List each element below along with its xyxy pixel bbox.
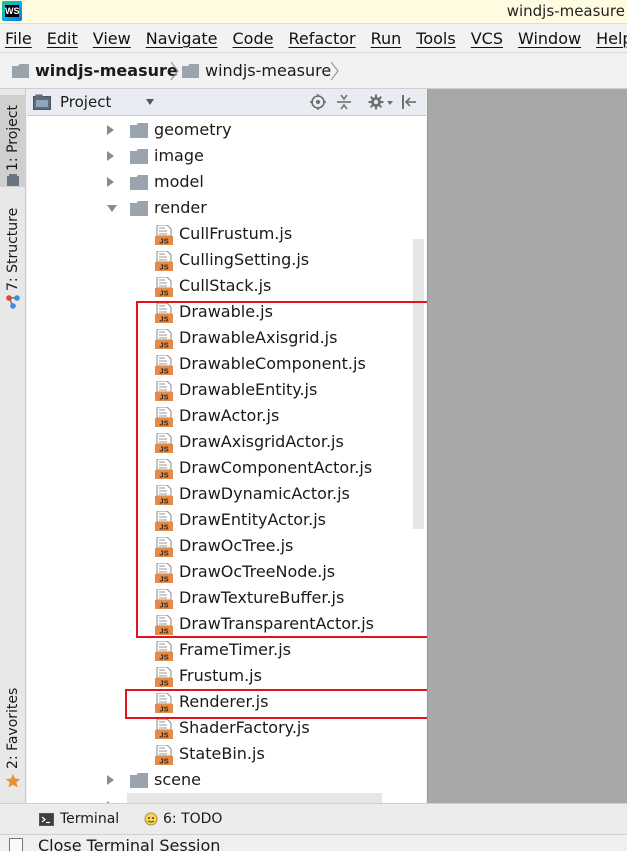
tool-tab-project[interactable]: 1: Project — [0, 95, 26, 187]
tree-file-row[interactable]: JS FrameTimer.js — [27, 637, 426, 663]
tree-file-row[interactable]: JS CullingSetting.js — [27, 247, 426, 273]
tree-item-label: scene — [154, 770, 201, 789]
expand-arrow-right-icon[interactable] — [107, 177, 114, 187]
folder-icon — [130, 773, 148, 788]
svg-text:JS: JS — [159, 289, 168, 298]
left-tool-strip: 1: Project 7: Structure 2: Favorites — [0, 89, 26, 803]
javascript-file-icon: JS — [155, 667, 173, 687]
structure-tool-icon — [6, 295, 20, 309]
webstorm-logo-icon: WS — [2, 1, 22, 21]
expand-arrow-right-icon[interactable] — [107, 775, 114, 785]
menu-view[interactable]: View — [93, 29, 131, 48]
title-bar: WS windjs-measure — [0, 0, 627, 24]
tree-folder-row[interactable]: render — [27, 195, 426, 221]
star-icon — [5, 773, 21, 788]
svg-text:JS: JS — [159, 757, 168, 766]
terminal-icon — [39, 812, 54, 826]
settings-gear-icon[interactable] — [368, 94, 384, 110]
svg-text:JS: JS — [159, 237, 168, 246]
tree-file-row[interactable]: JS CullFrustum.js — [27, 221, 426, 247]
menu-refactor[interactable]: Refactor — [288, 29, 355, 48]
javascript-file-icon: JS — [155, 277, 173, 297]
tree-item-label: CullFrustum.js — [179, 224, 293, 243]
status-message: Close Terminal Session — [38, 836, 221, 851]
window-title: windjs-measure — [506, 2, 625, 20]
folder-icon — [130, 175, 148, 190]
menu-edit[interactable]: Edit — [47, 29, 78, 48]
status-bar: Close Terminal Session — [0, 834, 627, 851]
todo-icon — [144, 812, 158, 826]
folder-icon — [130, 201, 148, 216]
tree-item-label: ShaderFactory.js — [179, 718, 310, 737]
tree-item-label: model — [154, 172, 204, 191]
svg-text:JS: JS — [159, 653, 168, 662]
tree-file-row[interactable]: JS StateBin.js — [27, 741, 426, 767]
expand-arrow-right-icon[interactable] — [107, 125, 114, 135]
tree-item-label: Frustum.js — [179, 666, 262, 685]
project-view-selector[interactable]: Project — [33, 93, 111, 111]
tool-tab-terminal[interactable]: Terminal — [39, 811, 119, 827]
tree-item-label: geometry — [154, 120, 232, 139]
svg-text:JS: JS — [159, 263, 168, 272]
tree-item-label: CullStack.js — [179, 276, 272, 295]
hide-panel-icon[interactable] — [401, 94, 417, 110]
breadcrumb-separator-icon — [330, 62, 339, 80]
menu-window[interactable]: Window — [518, 29, 581, 48]
tool-tab-structure[interactable]: 7: Structure — [0, 203, 26, 313]
tree-item-label: CullingSetting.js — [179, 250, 310, 269]
menu-tools[interactable]: Tools — [416, 29, 455, 48]
menu-navigate[interactable]: Navigate — [146, 29, 218, 48]
javascript-file-icon: JS — [155, 719, 173, 739]
project-panel-header: Project — [27, 89, 426, 116]
editor-area[interactable] — [427, 89, 627, 803]
menu-run[interactable]: Run — [371, 29, 402, 48]
expand-arrow-down-icon[interactable] — [107, 205, 117, 212]
bottom-tool-bar: Terminal 6: TODO — [0, 803, 627, 834]
tree-item-label: FrameTimer.js — [179, 640, 291, 659]
breadcrumb: windjs-measure windjs-measure — [0, 52, 627, 89]
locate-icon[interactable] — [310, 94, 326, 110]
folder-icon — [130, 149, 148, 164]
horizontal-scrollbar[interactable] — [127, 793, 382, 803]
tree-folder-row[interactable]: geometry — [27, 117, 426, 143]
folder-icon — [182, 63, 199, 78]
breadcrumb-separator-icon — [170, 62, 179, 80]
menu-vcs[interactable]: VCS — [471, 29, 503, 48]
javascript-file-icon: JS — [155, 251, 173, 271]
tool-tab-todo[interactable]: 6: TODO — [143, 811, 222, 827]
project-view-icon — [33, 94, 51, 110]
menu-file[interactable]: File — [5, 29, 32, 48]
svg-text:JS: JS — [159, 679, 168, 688]
tree-item-label: StateBin.js — [179, 744, 265, 763]
javascript-file-icon: JS — [155, 641, 173, 661]
tree-item-label: render — [154, 198, 207, 217]
collapse-all-icon[interactable] — [336, 94, 352, 110]
settings-dropdown-icon[interactable] — [387, 101, 393, 105]
status-toggle-icon[interactable] — [9, 838, 23, 851]
folder-icon — [12, 63, 29, 78]
svg-text:JS: JS — [159, 731, 168, 740]
tree-file-row[interactable]: JS CullStack.js — [27, 273, 426, 299]
breadcrumb-project[interactable]: windjs-measure — [12, 61, 178, 80]
menu-bar: File Edit View Navigate Code Refactor Ru… — [0, 24, 627, 52]
project-tool-icon — [7, 174, 19, 186]
tool-tab-favorites[interactable]: 2: Favorites — [0, 688, 26, 789]
javascript-file-icon: JS — [155, 745, 173, 765]
folder-icon — [130, 123, 148, 138]
highlight-box-renderer — [125, 689, 432, 719]
menu-help[interactable]: Help — [596, 29, 627, 48]
breadcrumb-module[interactable]: windjs-measure — [182, 61, 331, 80]
chevron-down-icon[interactable] — [146, 99, 154, 105]
javascript-file-icon: JS — [155, 225, 173, 245]
highlight-box-drawables — [136, 301, 429, 638]
tree-file-row[interactable]: JS Frustum.js — [27, 663, 426, 689]
tree-item-label: image — [154, 146, 204, 165]
menu-code[interactable]: Code — [233, 29, 274, 48]
tree-folder-row[interactable]: image — [27, 143, 426, 169]
tree-folder-row[interactable]: model — [27, 169, 426, 195]
expand-arrow-right-icon[interactable] — [107, 151, 114, 161]
tree-folder-row[interactable]: scene — [27, 767, 426, 793]
